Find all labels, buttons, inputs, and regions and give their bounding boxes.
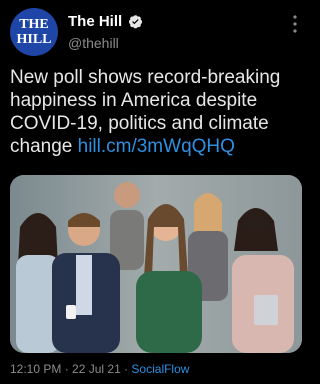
meta-separator: ·	[61, 362, 73, 376]
avatar[interactable]: THE HILL	[10, 8, 58, 56]
tweet-detail: THE HILL The Hill @thehill New poll show…	[0, 0, 312, 384]
avatar-logo-text-top: THE	[19, 16, 49, 32]
group-photo-image	[10, 175, 302, 353]
tweet-time: 12:10 PM	[10, 362, 62, 376]
tweet-media-photo[interactable]	[10, 175, 302, 353]
meta-separator: ·	[120, 362, 132, 376]
user-info[interactable]: The Hill @thehill	[68, 13, 143, 51]
tweet-metadata: 12:10 PM · 22 Jul 21 · SocialFlow	[10, 362, 189, 376]
display-name[interactable]: The Hill	[68, 13, 122, 30]
more-vertical-icon[interactable]	[292, 14, 298, 34]
tweet-header: THE HILL The Hill @thehill	[10, 8, 302, 58]
tweet-date: 22 Jul 21	[72, 362, 121, 376]
avatar-logo-text-bottom: HILL	[16, 31, 52, 47]
name-row: The Hill	[68, 13, 143, 30]
user-handle[interactable]: @thehill	[68, 35, 143, 51]
tweet-link[interactable]: hill.cm/3mWqQHQ	[78, 136, 235, 157]
tweet-text: New poll shows record-breaking happiness…	[10, 66, 305, 158]
verified-badge-icon	[128, 14, 143, 29]
tweet-source-link[interactable]: SocialFlow	[131, 362, 189, 376]
